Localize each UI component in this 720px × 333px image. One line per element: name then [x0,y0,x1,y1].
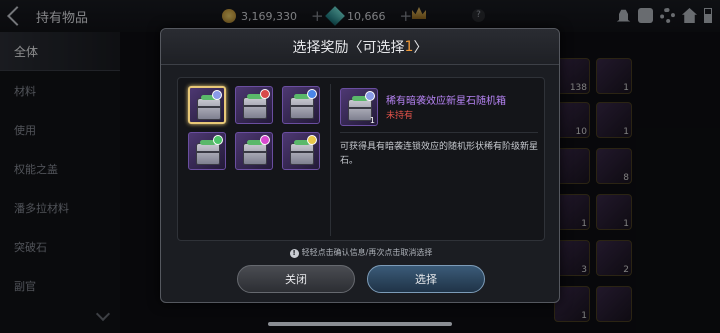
element-badge-icon [307,89,317,99]
chest-icon [243,94,267,119]
element-badge-icon [213,135,223,145]
chest-icon [290,94,314,119]
selected-item-icon: 1 [340,88,378,126]
chest-icon [290,140,314,165]
element-badge-icon [307,135,317,145]
dialog-title: 选择奖励〈可选择 1 〉 [161,29,559,65]
chest-icon [196,140,220,165]
selectable-count: 1 [404,38,414,55]
element-badge-icon [260,89,270,99]
chest-icon [243,140,267,165]
reward-option-3[interactable] [282,86,320,124]
reward-option-5[interactable] [235,132,273,170]
item-name: 稀有暗袭效应新星石随机箱 [386,96,506,107]
chest-icon [348,96,372,121]
owned-status: 未持有 [386,111,414,121]
info-icon: ! [289,249,299,258]
close-button[interactable]: 关闭 [237,265,355,293]
reward-panel: 1 稀有暗袭效应新星石随机箱 未持有 可获得具有暗袭连锁效应的随机形状稀有阶级新… [177,77,545,241]
reward-option-4[interactable] [188,132,226,170]
chest-icon [197,95,221,120]
reward-option-2[interactable] [235,86,273,124]
hint-text: ! 轻轻点击确认信息/再次点击取消选择 [161,247,561,258]
detail-divider [340,132,538,133]
select-button[interactable]: 选择 [367,265,485,293]
reward-select-dialog: 选择奖励〈可选择 1 〉 1 稀有暗袭效应新星石随机箱 未持有 可获得具有暗袭连锁效… [160,28,560,303]
panel-divider [330,84,331,236]
element-badge-icon [260,135,270,145]
item-description: 可获得具有暗袭连锁效应的随机形状稀有阶级新星石。 [340,142,539,166]
element-badge-icon [212,90,222,100]
reward-options [188,86,320,170]
reward-option-6[interactable] [282,132,320,170]
reward-option-1[interactable] [188,86,226,124]
home-indicator[interactable] [268,322,452,326]
item-count: 1 [369,116,375,125]
element-badge-icon [365,91,375,101]
